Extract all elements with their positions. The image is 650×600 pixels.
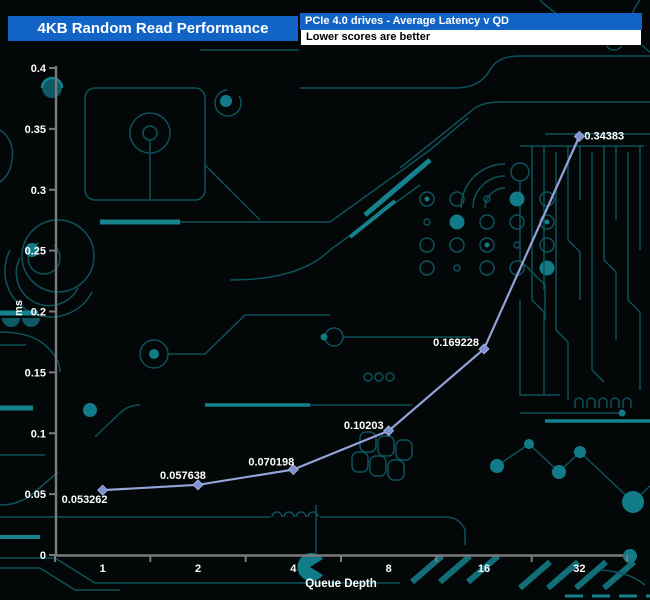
circuit-board-art	[0, 0, 650, 598]
bga-pad	[479, 260, 495, 276]
y-tick-label: 0.25	[25, 246, 46, 258]
bga-pad	[484, 242, 490, 248]
data-point-label: 0.169228	[433, 337, 479, 349]
chart-page: 0 0.05 0.1 0.15 0.2 0.25 0.3 0.35 0.4 ms 1 2 4 8 16 3…	[0, 0, 650, 600]
bga-pad	[479, 214, 495, 230]
bga-pad	[419, 237, 435, 253]
bga-pad	[419, 260, 435, 276]
chart-svg: 0 0.05 0.1 0.15 0.2 0.25 0.3 0.35 0.4 ms 1 2 4 8 16 3…	[0, 0, 650, 598]
y-tick-label: 0.2	[31, 307, 46, 319]
data-point-label: 0.057638	[160, 470, 206, 482]
x-tick-label: 4	[290, 563, 297, 575]
series-line	[102, 135, 581, 492]
x-tick-label: 16	[478, 563, 490, 575]
chart-title-text: 4KB Random Read Performance	[37, 20, 269, 37]
chart-subtitle: PCIe 4.0 drives - Average Latency v QD	[300, 13, 642, 30]
data-point-label: 0.053262	[62, 494, 108, 506]
bga-pad	[423, 218, 431, 226]
bga-pad	[539, 237, 555, 253]
x-tick-label: 8	[386, 563, 392, 575]
bga-pad	[449, 237, 465, 253]
bga-pad	[449, 214, 465, 230]
latency-series: 0.053262 0.057638 0.070198 0.10203 0.169228 0…	[62, 130, 624, 506]
data-point-label: 0.10203	[344, 420, 384, 432]
chart-title: 4KB Random Read Performance	[8, 16, 298, 41]
x-tick-label: 1	[100, 563, 106, 575]
y-tick-label: 0.35	[25, 124, 46, 136]
bga-pad	[513, 241, 521, 249]
y-tick-label: 0.1	[31, 428, 46, 440]
x-axis-title: Queue Depth	[305, 578, 377, 590]
lower-is-better-note: Lower scores are better	[300, 30, 642, 46]
bga-pad	[509, 214, 525, 230]
data-point-label: 0.070198	[248, 457, 294, 469]
data-point-marker	[573, 130, 585, 142]
bga-pad	[544, 219, 550, 225]
y-tick-label: 0.05	[25, 489, 46, 501]
x-tick-label: 2	[195, 563, 201, 575]
y-tick-label: 0.3	[31, 185, 46, 197]
bga-pad-grid	[419, 191, 555, 276]
y-axis-title: ms	[13, 300, 25, 316]
data-point-label: 0.34383	[584, 130, 624, 142]
chart-subtitle-block: PCIe 4.0 drives - Average Latency v QD L…	[300, 13, 642, 46]
y-tick-label: 0.4	[31, 63, 47, 75]
y-tick-label: 0	[40, 550, 46, 562]
y-axis: 0 0.05 0.1 0.15 0.2 0.25 0.3 0.35 0.4 ms	[13, 63, 58, 562]
bga-pad	[424, 196, 430, 202]
y-tick-label: 0.15	[25, 367, 46, 379]
x-tick-label: 32	[573, 563, 585, 575]
bga-pad	[539, 260, 555, 276]
bga-pad	[509, 191, 525, 207]
bga-pad	[453, 264, 461, 272]
